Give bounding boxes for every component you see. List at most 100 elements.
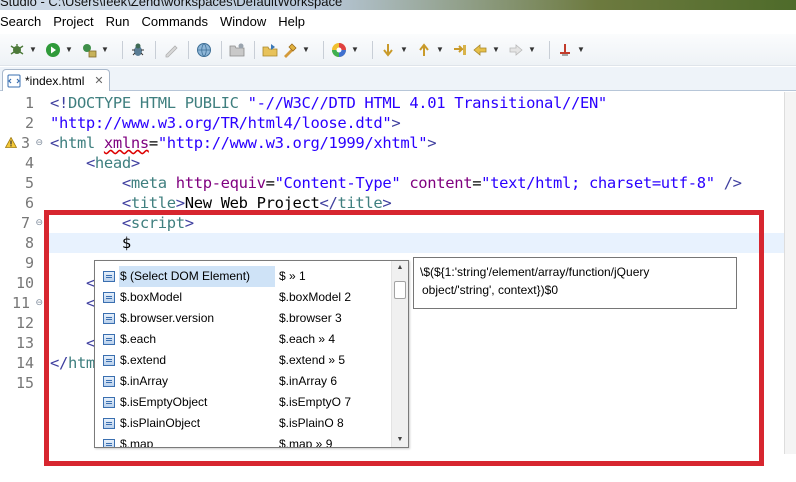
proposal-detail: $.browser 3 (279, 311, 342, 325)
color-wheel-dropdown-icon[interactable]: ▼ (350, 41, 360, 59)
toolbar-separator (549, 40, 550, 59)
fold-collapse-icon[interactable]: ⊖ (35, 298, 43, 308)
assist-proposal[interactable]: $.extend $.extend » 5 (97, 350, 391, 371)
prev-annotation-dropdown-icon[interactable]: ▼ (435, 41, 445, 59)
open-folder-icon[interactable] (228, 41, 246, 59)
line-number: 3 (20, 134, 30, 152)
line-number: 9 (24, 254, 34, 272)
assist-proposal[interactable]: $.browser.version $.browser 3 (97, 308, 391, 329)
menu-window[interactable]: Window (214, 12, 272, 32)
menu-help[interactable]: Help (272, 12, 311, 32)
content-assist-popup[interactable]: $ (Select DOM Element) $ » 1 $.boxModel … (94, 260, 409, 448)
line-number: 12 (15, 314, 34, 332)
proposal-name: $.isEmptyObject (120, 395, 208, 409)
gutter-line: 4 (0, 153, 44, 173)
next-annotation-icon[interactable] (379, 41, 397, 59)
scroll-down-icon[interactable]: ▼ (392, 433, 408, 447)
code-line: <meta http-equiv="Content-Type" content=… (121, 174, 742, 192)
proposal-name: $.extend (120, 353, 167, 367)
main-toolbar: ▼ ▼ ▼ ▼ ▼ ▼ ▼ ▼ ▼ ▼ (0, 34, 796, 66)
assist-proposal[interactable]: $.map $.map » 9 (97, 434, 391, 448)
line-number: 10 (15, 274, 34, 292)
line-number: 13 (15, 334, 34, 352)
template-icon (103, 355, 115, 366)
template-icon (103, 334, 115, 345)
window-title-bar: Studio - C:\Users\feek\Zend\workspaces\D… (0, 0, 796, 10)
color-wheel-icon[interactable] (330, 41, 348, 59)
gutter-line: 3 ⊖ (0, 133, 44, 153)
menu-search[interactable]: Search (0, 12, 47, 32)
scroll-up-icon[interactable]: ▲ (392, 261, 408, 275)
debug-dropdown-icon[interactable]: ▼ (28, 41, 38, 59)
scroll-thumb[interactable] (394, 281, 406, 299)
proposal-detail: $.extend » 5 (279, 353, 346, 367)
editor-tab-strip: *index.html ✕ (0, 67, 796, 91)
close-icon[interactable]: ✕ (94, 74, 103, 87)
toolbar-separator (155, 40, 156, 59)
last-edit-icon[interactable] (451, 41, 469, 59)
next-annotation-dropdown-icon[interactable]: ▼ (399, 41, 409, 59)
gutter-line: 15 (0, 373, 44, 393)
line-number: 15 (15, 374, 34, 392)
debug-icon[interactable] (8, 41, 26, 59)
code-line: <!DOCTYPE HTML PUBLIC "-//W3C//DTD HTML … (50, 94, 607, 112)
proposal-name: $.each (120, 332, 157, 346)
run-dropdown-icon[interactable]: ▼ (64, 41, 74, 59)
gutter-line: 12 (0, 313, 44, 333)
assist-proposal[interactable]: $.each $.each » 4 (97, 329, 391, 350)
template-icon (103, 376, 115, 387)
editor-vertical-scrollbar[interactable] (784, 92, 796, 454)
gutter-line: 13 (0, 333, 44, 353)
proposal-doc-popup: \$(${1:'string'/element/array/function/j… (413, 257, 737, 309)
proposal-name: $ (Select DOM Element) (119, 266, 275, 287)
globe-icon[interactable] (195, 41, 213, 59)
bug-icon[interactable] (129, 41, 147, 59)
prev-annotation-icon[interactable] (415, 41, 433, 59)
run-icon[interactable] (44, 41, 62, 59)
line-number: 1 (24, 94, 34, 112)
template-icon (103, 397, 115, 408)
doc-line: \$(${1:'string'/element/array/function/j… (420, 265, 650, 279)
warning-icon[interactable] (5, 137, 17, 148)
proposal-name: $.map (120, 437, 154, 448)
assist-scrollbar[interactable]: ▲ ▼ (391, 261, 408, 447)
forward-dropdown-icon[interactable]: ▼ (527, 41, 537, 59)
gutter-line: 2 (0, 113, 44, 133)
assist-proposal[interactable]: $.isPlainObject $.isPlainO 8 (97, 413, 391, 434)
paint-dropdown-icon[interactable]: ▼ (301, 41, 311, 59)
gutter-line: 5 (0, 173, 44, 193)
toolbar-separator (188, 40, 189, 59)
gutter-line: 6 (0, 193, 44, 213)
proposal-detail: $.isEmptyO 7 (279, 395, 352, 409)
back-dropdown-icon[interactable]: ▼ (491, 41, 501, 59)
menu-commands[interactable]: Commands (136, 12, 214, 32)
paint-icon[interactable] (281, 41, 299, 59)
line-number: 6 (24, 194, 34, 212)
forward-icon[interactable] (507, 41, 525, 59)
fold-collapse-icon[interactable]: ⊖ (35, 138, 43, 148)
assist-proposal[interactable]: $.boxModel $.boxModel 2 (97, 287, 391, 308)
pin-icon[interactable] (556, 41, 574, 59)
assist-proposal[interactable]: $.inArray $.inArray 6 (97, 371, 391, 392)
external-tools-dropdown-icon[interactable]: ▼ (100, 41, 110, 59)
proposal-detail: $.boxModel 2 (279, 290, 352, 304)
code-line: "http://www.w3.org/TR/html4/loose.dtd"> (50, 114, 401, 132)
assist-proposal[interactable]: $.isEmptyObject $.isEmptyO 7 (97, 392, 391, 413)
assist-proposal[interactable]: $ (Select DOM Element) $ » 1 (97, 266, 391, 287)
template-icon (103, 271, 115, 282)
gutter-line: 8 (0, 233, 44, 253)
external-tools-icon[interactable] (80, 41, 98, 59)
line-number: 5 (24, 174, 34, 192)
proposal-name: $.boxModel (120, 290, 183, 304)
open-file-icon[interactable] (261, 41, 279, 59)
tab-index-html[interactable]: *index.html ✕ (2, 69, 110, 91)
menu-run[interactable]: Run (100, 12, 136, 32)
menu-project[interactable]: Project (47, 12, 99, 32)
back-icon[interactable] (471, 41, 489, 59)
pen-icon[interactable] (162, 41, 180, 59)
fold-collapse-icon[interactable]: ⊖ (35, 218, 43, 228)
template-icon (103, 292, 115, 303)
window-title: Studio - C:\Users\feek\Zend\workspaces\D… (0, 0, 343, 9)
pin-dropdown-icon[interactable]: ▼ (576, 41, 586, 59)
tab-label: *index.html (25, 73, 85, 88)
